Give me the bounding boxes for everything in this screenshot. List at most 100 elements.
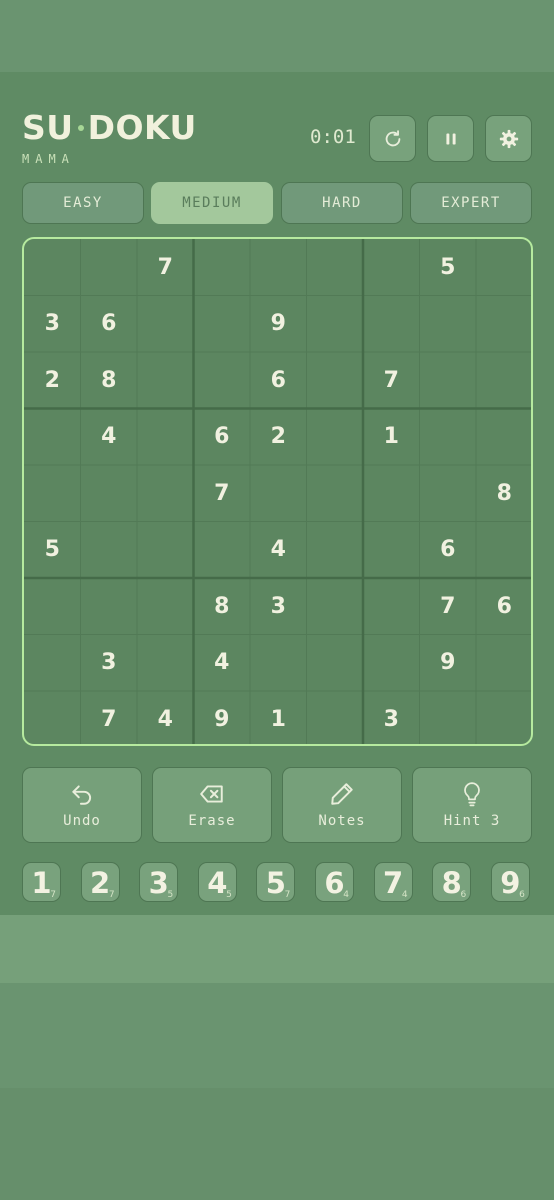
board-cell[interactable] <box>307 522 364 579</box>
difficulty-easy[interactable]: EASY <box>22 182 144 224</box>
board-cell[interactable] <box>476 352 531 409</box>
undo-button[interactable]: Undo <box>22 767 142 843</box>
board-cell[interactable]: 1 <box>250 691 307 744</box>
board-cell[interactable] <box>420 465 477 522</box>
board-cell[interactable]: 6 <box>81 296 138 353</box>
board-cell[interactable]: 3 <box>81 635 138 692</box>
board-cell[interactable] <box>24 635 81 692</box>
board-cell[interactable]: 2 <box>250 409 307 466</box>
board-cell[interactable]: 9 <box>194 691 251 744</box>
board-cell[interactable] <box>250 465 307 522</box>
board-cell[interactable] <box>363 465 420 522</box>
board-cell[interactable] <box>307 409 364 466</box>
board-cell[interactable] <box>476 296 531 353</box>
board-cell[interactable] <box>307 296 364 353</box>
board-cell[interactable] <box>420 691 477 744</box>
board-cell[interactable] <box>194 296 251 353</box>
board-cell[interactable] <box>24 239 81 296</box>
board-cell[interactable] <box>307 465 364 522</box>
board-cell[interactable] <box>24 465 81 522</box>
board-cell[interactable] <box>137 578 194 635</box>
restart-button[interactable] <box>369 115 416 162</box>
board-cell[interactable] <box>194 352 251 409</box>
board-cell[interactable] <box>81 578 138 635</box>
board-cell[interactable]: 5 <box>24 522 81 579</box>
board-cell[interactable] <box>420 296 477 353</box>
number-button-9[interactable]: 96 <box>490 862 530 902</box>
board-cell[interactable] <box>476 522 531 579</box>
number-button-6[interactable]: 64 <box>315 862 354 902</box>
number-button-8[interactable]: 86 <box>432 862 472 902</box>
board-cell[interactable]: 7 <box>420 578 477 635</box>
board-cell[interactable] <box>24 578 81 635</box>
board-cell[interactable]: 7 <box>363 352 420 409</box>
board-cell[interactable] <box>81 522 138 579</box>
board-cell[interactable]: 3 <box>363 691 420 744</box>
difficulty-medium[interactable]: MEDIUM <box>151 182 273 224</box>
board-cell[interactable] <box>476 409 531 466</box>
board-cell[interactable] <box>476 239 531 296</box>
notes-button[interactable]: Notes <box>282 767 402 843</box>
board-cell[interactable] <box>250 635 307 692</box>
board-cell[interactable]: 7 <box>137 239 194 296</box>
erase-button[interactable]: Erase <box>152 767 272 843</box>
board-cell[interactable] <box>420 352 477 409</box>
board-cell[interactable]: 7 <box>194 465 251 522</box>
board-cell[interactable] <box>307 691 364 744</box>
board-cell[interactable]: 6 <box>250 352 307 409</box>
board-cell[interactable] <box>307 635 364 692</box>
board-cell[interactable] <box>363 239 420 296</box>
board-cell[interactable] <box>307 239 364 296</box>
board-cell[interactable] <box>363 578 420 635</box>
board-cell[interactable]: 7 <box>81 691 138 744</box>
board-cell[interactable] <box>250 239 307 296</box>
difficulty-hard[interactable]: HARD <box>281 182 403 224</box>
board-cell[interactable] <box>137 409 194 466</box>
number-button-3[interactable]: 35 <box>139 862 179 902</box>
hint-button[interactable]: Hint 3 <box>412 767 532 843</box>
board-cell[interactable] <box>307 352 364 409</box>
board-cell[interactable]: 8 <box>476 465 531 522</box>
board-cell[interactable]: 2 <box>24 352 81 409</box>
board-cell[interactable]: 4 <box>194 635 251 692</box>
board-cell[interactable]: 6 <box>420 522 477 579</box>
board-cell[interactable]: 4 <box>250 522 307 579</box>
board-cell[interactable] <box>307 578 364 635</box>
board-cell[interactable]: 6 <box>476 578 531 635</box>
number-button-4[interactable]: 45 <box>197 862 237 902</box>
board-cell[interactable]: 8 <box>81 352 138 409</box>
board-cell[interactable] <box>24 691 81 744</box>
board-cell[interactable] <box>81 239 138 296</box>
board-cell[interactable] <box>137 465 194 522</box>
board-cell[interactable]: 1 <box>363 409 420 466</box>
board-cell[interactable] <box>363 296 420 353</box>
board-cell[interactable] <box>137 635 194 692</box>
pause-button[interactable] <box>427 115 474 162</box>
number-button-5[interactable]: 57 <box>256 862 296 902</box>
difficulty-expert[interactable]: EXPERT <box>410 182 532 224</box>
board-cell[interactable] <box>194 522 251 579</box>
board-cell[interactable]: 5 <box>420 239 477 296</box>
board-cell[interactable] <box>81 465 138 522</box>
board-cell[interactable]: 8 <box>194 578 251 635</box>
board-cell[interactable]: 3 <box>250 578 307 635</box>
board-cell[interactable] <box>137 296 194 353</box>
board-cell[interactable]: 3 <box>24 296 81 353</box>
board-cell[interactable] <box>476 635 531 692</box>
board-cell[interactable]: 9 <box>420 635 477 692</box>
number-button-1[interactable]: 17 <box>22 862 61 902</box>
board-cell[interactable] <box>363 635 420 692</box>
board-cell[interactable] <box>363 522 420 579</box>
number-button-2[interactable]: 27 <box>80 862 120 902</box>
board-cell[interactable]: 6 <box>194 409 251 466</box>
board-cell[interactable]: 4 <box>137 691 194 744</box>
board-cell[interactable] <box>476 691 531 744</box>
board-cell[interactable]: 4 <box>81 409 138 466</box>
board-cell[interactable] <box>420 409 477 466</box>
number-button-7[interactable]: 74 <box>373 862 413 902</box>
settings-button[interactable] <box>485 115 532 162</box>
board-cell[interactable] <box>137 522 194 579</box>
board-cell[interactable] <box>137 352 194 409</box>
board-cell[interactable]: 9 <box>250 296 307 353</box>
board-cell[interactable] <box>24 409 81 466</box>
